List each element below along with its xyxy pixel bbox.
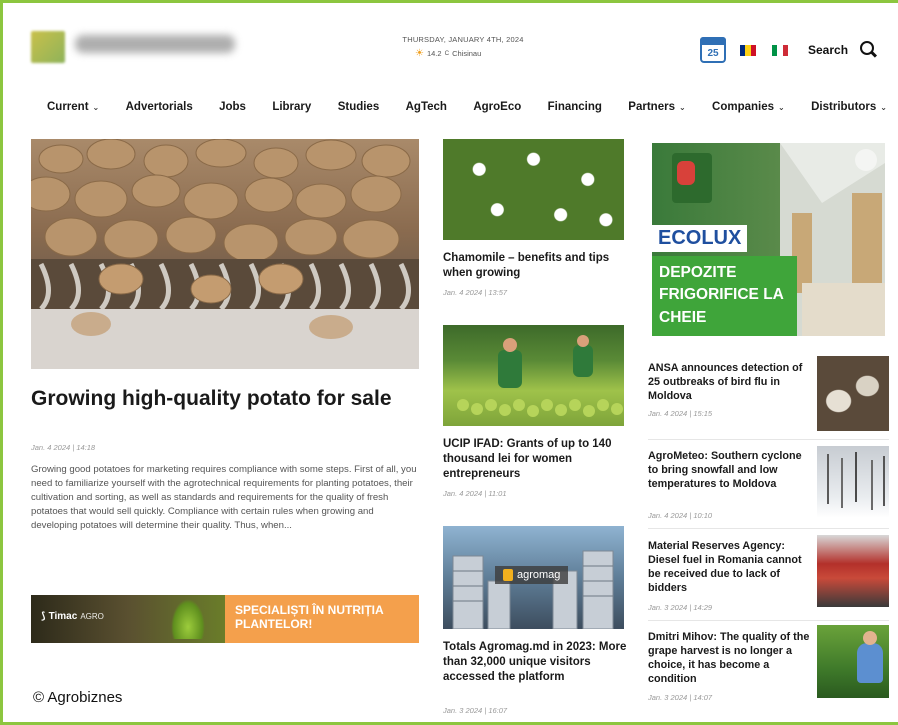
middle-article-date-3: Jan. 3 2024 | 16:07 — [443, 706, 508, 715]
featured-article-title[interactable]: Growing high-quality potato for sale — [31, 386, 421, 411]
nav-item-advertorials[interactable]: Advertorials — [126, 101, 193, 113]
middle-article-title-3[interactable]: Totals Agromag.md in 2023: More than 32,… — [443, 640, 631, 685]
weather-widget: ☀ 14.2 C Chisinau — [415, 48, 481, 59]
apple-harvest-article-image[interactable] — [443, 325, 624, 426]
nav-item-jobs[interactable]: Jobs — [219, 101, 246, 113]
nav-item-label: AgroEco — [473, 101, 522, 113]
right-article-title-1[interactable]: ANSA announces detection of 25 outbreaks… — [648, 361, 810, 403]
nav-item-label: Distributors — [811, 101, 877, 113]
main-navigation: Current ⌄ Advertorials Jobs Library Studies Ag… — [47, 101, 887, 113]
romanian-flag-icon[interactable] — [740, 45, 756, 56]
calendar-icon[interactable]: 25 — [700, 37, 726, 63]
site-logo-text[interactable] — [75, 35, 235, 53]
nav-item-library[interactable]: Library — [272, 101, 311, 113]
agromag-article-image[interactable]: agromag — [443, 526, 624, 629]
chamomile-article-image[interactable] — [443, 139, 624, 240]
article-divider — [648, 620, 889, 621]
timac-agro-slogan: SPECIALIȘTI ÎN NUTRIȚIA PLANTELOR! — [225, 595, 419, 643]
featured-article-excerpt: Growing good potatoes for marketing requ… — [31, 464, 417, 531]
person-image — [857, 631, 883, 683]
leaf-logo-icon: ⟆ — [41, 611, 46, 622]
nav-item-label: Jobs — [219, 101, 246, 113]
nav-item-label: AgTech — [405, 101, 447, 113]
potatoes-image — [31, 139, 419, 369]
timac-agro-logo: ⟆ Timac AGRO — [41, 611, 104, 622]
chevron-down-icon: ⌄ — [880, 102, 887, 112]
right-article-title-2[interactable]: AgroMeteo: Southern cyclone to bring sno… — [648, 449, 810, 491]
nav-item-financing[interactable]: Financing — [548, 101, 602, 113]
article-divider — [648, 439, 889, 440]
current-date: THURSDAY, JANUARY 4TH, 2024 — [402, 35, 524, 44]
article-divider — [648, 528, 889, 529]
bird-flu-article-thumbnail[interactable] — [817, 356, 889, 431]
site-logo[interactable] — [31, 31, 65, 63]
featured-article-image[interactable] — [31, 139, 419, 369]
right-article-date-4: Jan. 3 2024 | 14:07 — [648, 693, 713, 702]
chevron-down-icon: ⌄ — [778, 102, 785, 112]
apple-pickers-image — [457, 335, 623, 417]
nav-item-current[interactable]: Current ⌄ — [47, 101, 99, 113]
temperature-unit: C — [444, 50, 450, 57]
nav-item-label: Partners — [628, 101, 675, 113]
ecolux-banner[interactable]: ECOLUX DEPOZITE FRIGORIFICE LA CHEIE — [652, 143, 885, 336]
nav-item-label: Current — [47, 101, 89, 113]
weather-city: Chisinau — [452, 49, 482, 58]
middle-article-date-2: Jan. 4 2024 | 11:01 — [443, 489, 507, 498]
search-icon[interactable] — [860, 41, 874, 55]
nav-item-label: Companies — [712, 101, 775, 113]
chevron-down-icon: ⌄ — [92, 102, 100, 112]
ad-info-icon[interactable] — [855, 149, 877, 171]
timac-agro-logo-panel: ⟆ Timac AGRO — [31, 595, 225, 643]
nav-item-label: Financing — [547, 101, 602, 113]
nav-item-agtech[interactable]: AgTech — [406, 101, 447, 113]
snowfall-article-thumbnail[interactable] — [817, 446, 889, 518]
search-button[interactable]: Search — [808, 43, 848, 57]
temperature-value: 14.2 — [426, 49, 442, 58]
plant-sprout-icon — [171, 599, 205, 639]
middle-article-title-1[interactable]: Chamomile – benefits and tips when growi… — [443, 251, 631, 281]
sun-icon: ☀ — [415, 48, 424, 59]
middle-article-title-2[interactable]: UCIP IFAD: Grants of up to 140 thousand … — [443, 437, 631, 482]
ecolux-logo: ECOLUX — [652, 225, 748, 252]
agromag-logo-icon — [503, 569, 513, 581]
italian-flag-icon[interactable] — [772, 45, 788, 56]
timac-agro-banner[interactable]: ⟆ Timac AGRO SPECIALIȘTI ÎN NUTRIȚIA PLA… — [31, 595, 419, 643]
right-article-date-2: Jan. 4 2024 | 10:10 — [648, 511, 713, 520]
nav-item-agroeco[interactable]: AgroEco — [473, 101, 521, 113]
nav-item-label: Studies — [337, 101, 380, 113]
agromag-logo: agromag — [495, 566, 569, 584]
right-article-title-3[interactable]: Material Reserves Agency: Diesel fuel in… — [648, 539, 810, 595]
right-article-title-4[interactable]: Dmitri Mihov: The quality of the grape h… — [648, 630, 810, 686]
nav-item-distributors[interactable]: Distributors ⌄ — [811, 101, 887, 113]
nav-item-companies[interactable]: Companies ⌄ — [712, 101, 785, 113]
copyright-text: © Agrobiznes — [33, 689, 123, 706]
nav-item-studies[interactable]: Studies — [338, 101, 380, 113]
ecolux-tagline: DEPOZITE FRIGORIFICE LA CHEIE — [652, 256, 797, 336]
chevron-down-icon: ⌄ — [678, 102, 686, 112]
grape-harvest-article-thumbnail[interactable] — [817, 625, 889, 698]
right-article-date-3: Jan. 3 2024 | 14:29 — [648, 603, 713, 612]
middle-article-date-1: Jan. 4 2024 | 13:57 — [443, 288, 508, 297]
nav-item-label: Advertorials — [125, 101, 193, 113]
right-article-date-1: Jan. 4 2024 | 15:15 — [648, 409, 713, 418]
page-frame: THURSDAY, JANUARY 4TH, 2024 ☀ 14.2 C Chi… — [0, 0, 898, 725]
diesel-article-thumbnail[interactable] — [817, 535, 889, 607]
nav-item-partners[interactable]: Partners ⌄ — [628, 101, 685, 113]
featured-article-date: Jan. 4 2024 | 14:18 — [31, 443, 96, 452]
nav-item-label: Library — [272, 101, 312, 113]
